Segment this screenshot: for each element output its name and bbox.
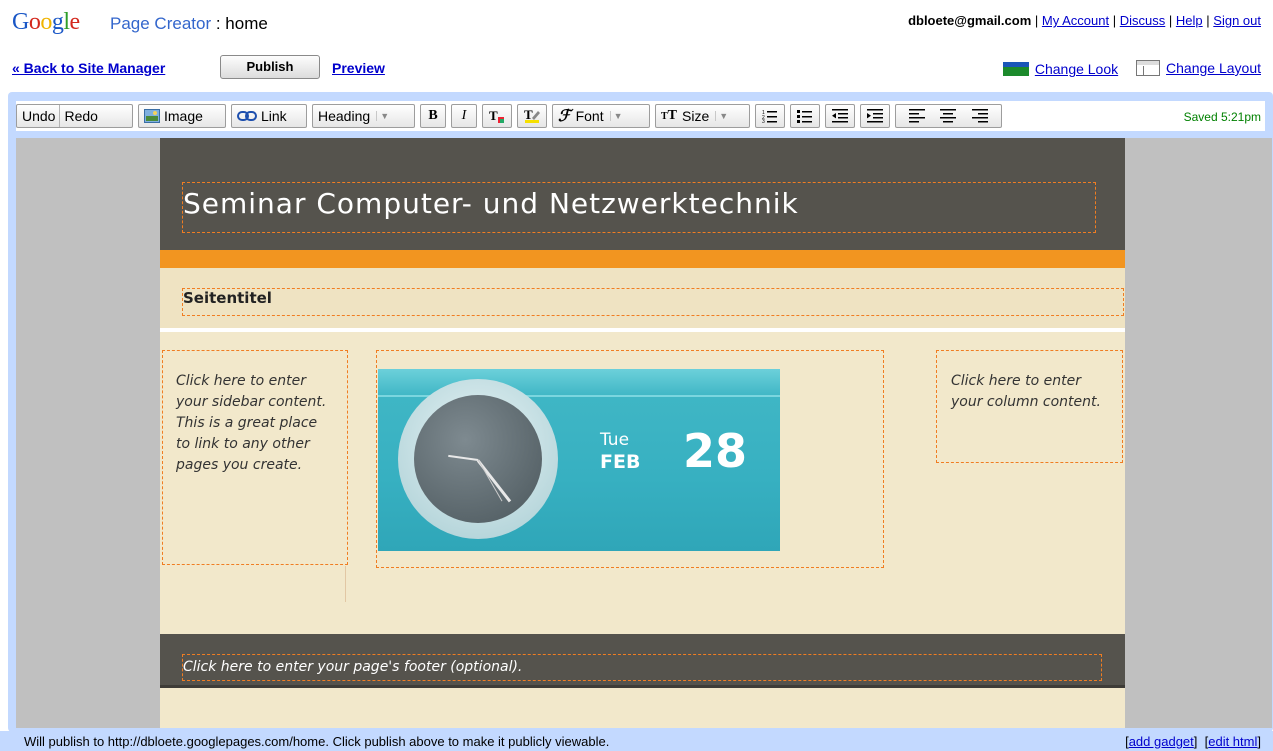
align-center-icon[interactable] [940, 109, 957, 123]
align-right-icon[interactable] [972, 109, 989, 123]
page-title-field[interactable]: Seitentitel [182, 288, 1124, 316]
bottom-links: [add gadget] [edit html] [1125, 734, 1261, 749]
align-left-icon[interactable] [908, 109, 925, 123]
chevron-down-icon: ▼ [715, 111, 729, 121]
bullet-list-button[interactable] [790, 104, 820, 128]
add-gadget-link[interactable]: add gadget [1129, 734, 1194, 749]
publish-info: Will publish to http://dbloete.googlepag… [24, 734, 610, 749]
preview-link[interactable]: Preview [332, 60, 385, 76]
alignment-group [895, 104, 1002, 128]
clock-date: 28 [683, 424, 748, 478]
edit-canvas: Seminar Computer- und Netzwerktechnik Se… [16, 138, 1272, 728]
svg-text:3: 3 [762, 119, 765, 123]
publish-button[interactable]: Publish [220, 55, 320, 79]
column-content-field[interactable]: Click here to enter your column content. [936, 350, 1123, 463]
clock-icon [398, 379, 558, 539]
font-icon: ℱ [558, 108, 571, 125]
my-account-link[interactable]: My Account [1042, 13, 1109, 28]
second-hand [477, 459, 503, 502]
editor-toolbar: Undo Redo Image Link Heading ▼ B I T T ℱ F… [16, 101, 1265, 131]
sidebar-divider [345, 566, 346, 602]
change-layout-link[interactable]: Change Layout [1166, 60, 1261, 76]
page-preview: Seminar Computer- und Netzwerktechnik Se… [160, 138, 1125, 728]
hour-hand [448, 454, 479, 461]
size-icon: TT [661, 108, 678, 123]
google-logo: Google [12, 9, 80, 35]
clock-date-image[interactable]: Tue FEB 28 [378, 369, 780, 551]
size-dropdown[interactable]: TT Size ▼ [655, 104, 750, 128]
user-email: dbloete@gmail.com [908, 13, 1032, 28]
change-look-control[interactable]: Change Look [1002, 61, 1118, 77]
footer-field[interactable]: Click here to enter your page's footer (… [182, 654, 1102, 681]
svg-text:T: T [489, 108, 498, 123]
highlight-icon: T [524, 108, 540, 123]
undo-button[interactable]: Undo [22, 108, 55, 124]
top-header: Google Page Creator : home dbloete@gmail… [0, 0, 1273, 90]
app-title: Page Creator : home [110, 14, 268, 34]
heading-dropdown[interactable]: Heading ▼ [312, 104, 415, 128]
text-color-icon: T [489, 108, 504, 123]
change-look-link[interactable]: Change Look [1035, 61, 1118, 77]
change-layout-control[interactable]: Change Layout [1136, 60, 1261, 76]
outdent-icon [832, 109, 848, 123]
image-icon [144, 109, 160, 123]
save-status: Saved 5:21pm [1183, 110, 1261, 124]
bullet-list-icon [797, 110, 812, 123]
image-button[interactable]: Image [138, 104, 226, 128]
back-to-site-manager-link[interactable]: « Back to Site Manager [12, 60, 165, 76]
accent-stripe [160, 250, 1125, 268]
chevron-down-icon: ▼ [376, 111, 390, 121]
outdent-button[interactable] [825, 104, 855, 128]
bold-button[interactable]: B [420, 104, 446, 128]
edit-html-link[interactable]: edit html [1208, 734, 1257, 749]
site-title-field[interactable]: Seminar Computer- und Netzwerktechnik [182, 182, 1096, 233]
clock-month: FEB [600, 451, 641, 473]
editor-frame: Undo Redo Image Link Heading ▼ B I T T ℱ F… [8, 92, 1273, 732]
svg-text:T: T [524, 108, 533, 122]
numbered-list-icon: 123 [762, 110, 777, 123]
product-name: Page Creator [110, 14, 212, 33]
text-color-button[interactable]: T [482, 104, 512, 128]
clock-weekday: Tue [600, 430, 630, 450]
change-look-icon [1002, 62, 1029, 76]
redo-button[interactable]: Redo [64, 108, 97, 124]
page-name: : home [215, 14, 268, 33]
undo-redo-group: Undo Redo [16, 104, 133, 128]
italic-button[interactable]: I [451, 104, 477, 128]
link-icon [237, 111, 257, 121]
link-button[interactable]: Link [231, 104, 307, 128]
numbered-list-button[interactable]: 123 [755, 104, 785, 128]
sidebar-content-field[interactable]: Click here to enter your sidebar content… [162, 350, 348, 565]
highlight-button[interactable]: T [517, 104, 547, 128]
sign-out-link[interactable]: Sign out [1213, 13, 1261, 28]
indent-button[interactable] [860, 104, 890, 128]
change-layout-icon [1136, 60, 1161, 76]
page-footer-band: Click here to enter your page's footer (… [160, 634, 1125, 688]
discuss-link[interactable]: Discuss [1120, 13, 1166, 28]
indent-icon [867, 109, 883, 123]
help-link[interactable]: Help [1176, 13, 1203, 28]
clock-weekday-month: Tue FEB [600, 429, 640, 473]
font-dropdown[interactable]: ℱ Font ▼ [552, 104, 650, 128]
user-links: dbloete@gmail.com | My Account | Discuss… [908, 13, 1261, 28]
look-layout-links: Change Look Change Layout [989, 60, 1261, 79]
chevron-down-icon: ▼ [609, 111, 624, 121]
status-bar: Will publish to http://dbloete.googlepag… [0, 731, 1273, 751]
